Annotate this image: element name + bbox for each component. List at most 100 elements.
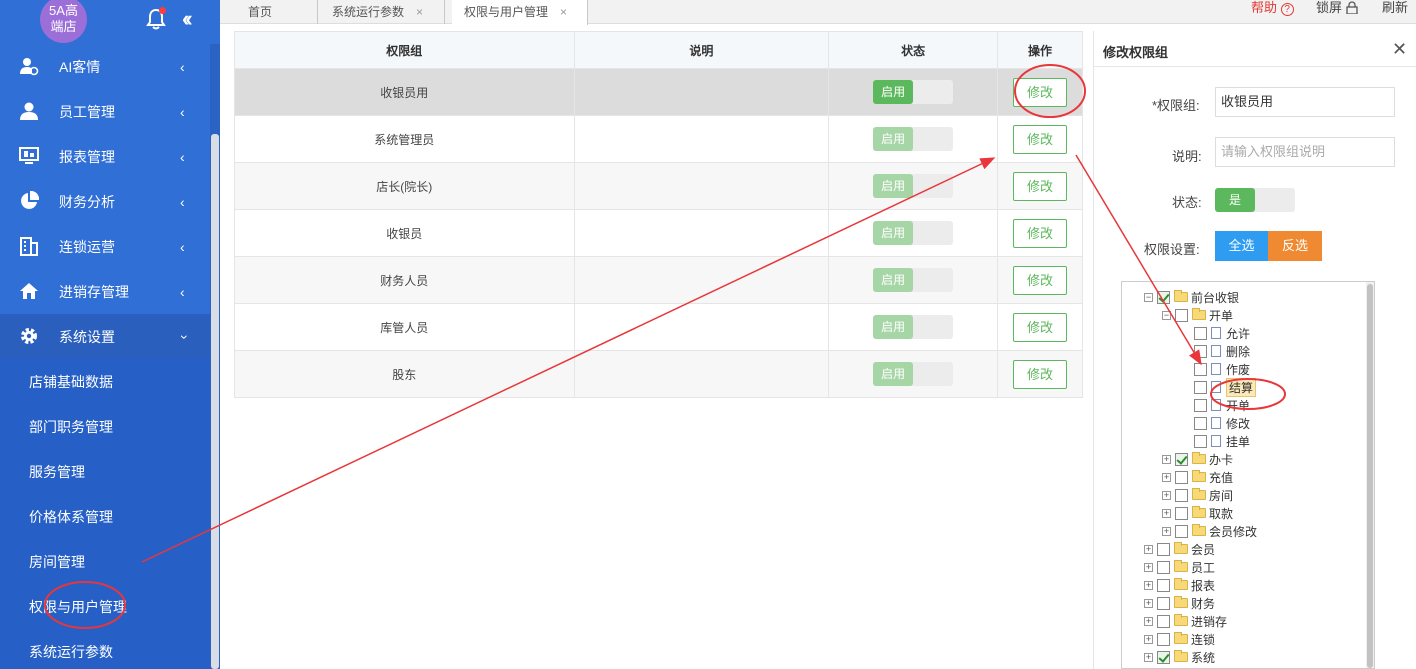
- sidebar-scrollbar[interactable]: [210, 0, 220, 669]
- menu-reports[interactable]: 报表管理 ‹: [0, 134, 210, 179]
- expand-node-icon[interactable]: +: [1144, 544, 1153, 554]
- submenu-rooms[interactable]: 房间管理: [29, 552, 85, 572]
- tree-node[interactable]: + 办卡: [1162, 450, 1233, 468]
- status-toggle[interactable]: 启用: [873, 221, 954, 245]
- expand-node-icon[interactable]: +: [1162, 454, 1171, 464]
- tree-scroll-thumb[interactable]: [1367, 284, 1373, 668]
- tree-node[interactable]: + 财务: [1144, 594, 1215, 612]
- expand-node-icon[interactable]: +: [1144, 616, 1153, 626]
- tree-node[interactable]: + 充值: [1162, 468, 1233, 486]
- status-toggle[interactable]: 启用: [873, 362, 954, 386]
- edit-button[interactable]: 修改: [1013, 312, 1067, 342]
- tree-checkbox[interactable]: [1194, 398, 1207, 412]
- tree-checkbox[interactable]: [1194, 344, 1207, 358]
- expand-node-icon[interactable]: +: [1162, 490, 1171, 500]
- tree-node[interactable]: 允许: [1194, 324, 1250, 342]
- submenu-store-data[interactable]: 店铺基础数据: [29, 372, 113, 392]
- tree-node[interactable]: 删除: [1194, 342, 1250, 360]
- tree-node[interactable]: 结算: [1194, 377, 1257, 397]
- tree-checkbox[interactable]: [1194, 380, 1207, 394]
- tab-home[interactable]: 首页: [236, 0, 318, 24]
- table-row[interactable]: 店长(院长) 启用 修改: [234, 162, 1083, 210]
- expand-node-icon[interactable]: +: [1162, 508, 1171, 518]
- close-icon[interactable]: ✕: [1392, 39, 1407, 60]
- submenu-permissions[interactable]: 权限与用户管理: [29, 597, 127, 617]
- status-toggle[interactable]: 启用: [873, 315, 954, 339]
- collapse-node-icon[interactable]: −: [1162, 310, 1171, 320]
- tree-checkbox[interactable]: [1157, 614, 1170, 628]
- group-name-input[interactable]: 收银员用: [1215, 87, 1395, 117]
- menu-finance[interactable]: 财务分析 ‹: [0, 179, 210, 224]
- tree-node[interactable]: + 进销存: [1144, 612, 1227, 630]
- tree-node[interactable]: 挂单: [1194, 432, 1250, 450]
- table-row[interactable]: 收银员 启用 修改: [234, 209, 1083, 257]
- status-toggle[interactable]: 启用: [873, 127, 954, 151]
- edit-button[interactable]: 修改: [1013, 77, 1067, 107]
- tree-checkbox[interactable]: [1175, 506, 1188, 520]
- collapse-node-icon[interactable]: −: [1144, 292, 1153, 302]
- submenu-service[interactable]: 服务管理: [29, 462, 85, 482]
- desc-input[interactable]: 请输入权限组说明: [1215, 137, 1395, 167]
- tree-node[interactable]: − 前台收银: [1144, 288, 1239, 306]
- expand-node-icon[interactable]: +: [1144, 562, 1153, 572]
- tree-checkbox[interactable]: [1157, 542, 1170, 556]
- tree-node[interactable]: + 会员修改: [1162, 522, 1257, 540]
- menu-staff[interactable]: 员工管理 ‹: [0, 89, 210, 134]
- tab-system-params[interactable]: 系统运行参数 ×: [320, 0, 445, 24]
- menu-chain[interactable]: 连锁运营 ‹: [0, 224, 210, 269]
- tree-checkbox[interactable]: [1175, 452, 1188, 466]
- expand-node-icon[interactable]: +: [1162, 472, 1171, 482]
- store-avatar[interactable]: 5A高 端店: [40, 0, 87, 43]
- tree-checkbox[interactable]: [1194, 362, 1207, 376]
- expand-node-icon[interactable]: +: [1144, 580, 1153, 590]
- edit-button[interactable]: 修改: [1013, 171, 1067, 201]
- close-icon[interactable]: ×: [560, 5, 567, 19]
- table-row[interactable]: 股东 启用 修改: [234, 350, 1083, 398]
- tree-node[interactable]: + 员工: [1144, 558, 1215, 576]
- tree-checkbox[interactable]: [1157, 290, 1170, 304]
- expand-node-icon[interactable]: +: [1144, 598, 1153, 608]
- edit-button[interactable]: 修改: [1013, 124, 1067, 154]
- menu-ai-customer[interactable]: AI客情 ‹: [0, 44, 210, 89]
- tree-checkbox[interactable]: [1175, 308, 1188, 322]
- tree-node[interactable]: 开单: [1194, 396, 1250, 414]
- refresh-link[interactable]: 刷新: [1382, 0, 1408, 18]
- collapse-sidebar-icon[interactable]: ‹‹: [182, 6, 192, 32]
- submenu-system-params[interactable]: 系统运行参数: [29, 642, 113, 662]
- select-all-button[interactable]: 全选: [1215, 231, 1268, 261]
- table-row[interactable]: 收银员用 启用 修改: [234, 68, 1083, 116]
- tree-node[interactable]: 作废: [1194, 360, 1250, 378]
- tree-node[interactable]: − 开单: [1162, 306, 1233, 324]
- menu-system-settings[interactable]: 系统设置 ‹: [0, 314, 210, 359]
- help-link[interactable]: 帮助 ?: [1251, 0, 1294, 18]
- tree-checkbox[interactable]: [1157, 632, 1170, 646]
- tree-checkbox[interactable]: [1175, 488, 1188, 502]
- tree-checkbox[interactable]: [1157, 596, 1170, 610]
- tree-node[interactable]: + 房间: [1162, 486, 1233, 504]
- lock-screen-link[interactable]: 锁屏: [1316, 0, 1358, 18]
- tree-node[interactable]: + 取款: [1162, 504, 1233, 522]
- table-row[interactable]: 系统管理员 启用 修改: [234, 115, 1083, 163]
- tree-checkbox[interactable]: [1194, 416, 1207, 430]
- edit-button[interactable]: 修改: [1013, 218, 1067, 248]
- status-toggle[interactable]: 启用: [873, 174, 954, 198]
- tree-checkbox[interactable]: [1175, 524, 1188, 538]
- status-toggle[interactable]: 启用: [873, 268, 954, 292]
- tab-permissions[interactable]: 权限与用户管理 ×: [452, 0, 588, 25]
- tree-checkbox[interactable]: [1194, 326, 1207, 340]
- tree-node[interactable]: + 连锁: [1144, 630, 1215, 648]
- tree-node[interactable]: + 会员: [1144, 540, 1215, 558]
- tree-node[interactable]: + 系统: [1144, 648, 1215, 666]
- tree-checkbox[interactable]: [1175, 470, 1188, 484]
- submenu-department[interactable]: 部门职务管理: [29, 417, 113, 437]
- tree-node[interactable]: + 报表: [1144, 576, 1215, 594]
- invert-selection-button[interactable]: 反选: [1268, 231, 1322, 261]
- expand-node-icon[interactable]: +: [1144, 634, 1153, 644]
- tree-checkbox[interactable]: [1157, 578, 1170, 592]
- status-toggle[interactable]: 是: [1215, 188, 1295, 212]
- tree-node[interactable]: 修改: [1194, 414, 1250, 432]
- table-row[interactable]: 财务人员 启用 修改: [234, 256, 1083, 304]
- submenu-pricing[interactable]: 价格体系管理: [29, 507, 113, 527]
- menu-inventory[interactable]: 进销存管理 ‹: [0, 269, 210, 314]
- status-toggle[interactable]: 启用: [873, 80, 954, 104]
